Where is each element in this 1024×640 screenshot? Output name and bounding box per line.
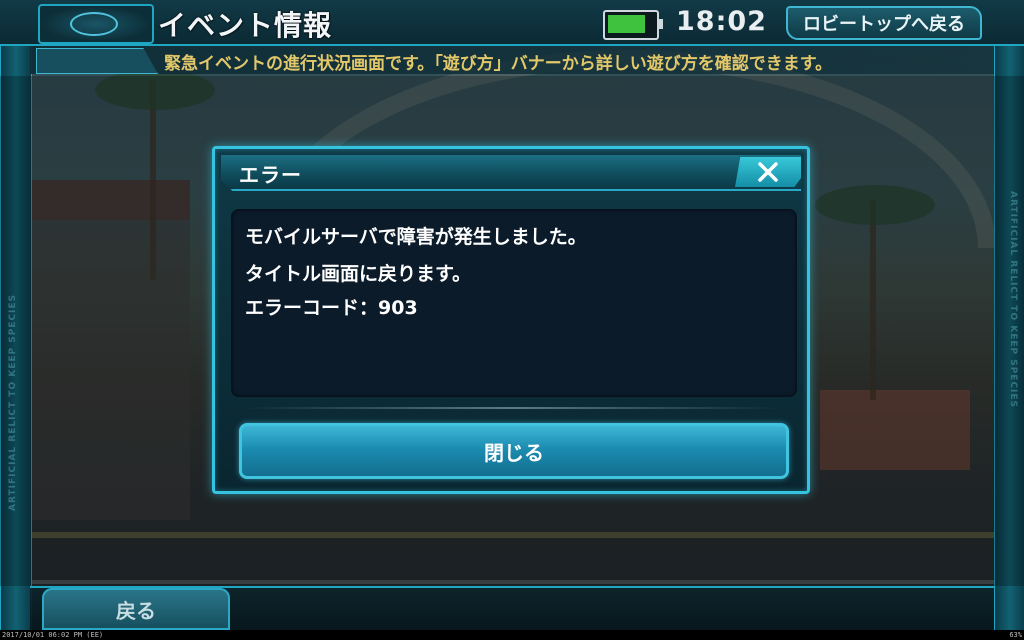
os-status-strip: 2017/10/01 06:02 PM (EE) 63% [0, 630, 1024, 640]
dialog-titlebar [221, 155, 801, 191]
dialog-title: エラー [239, 163, 302, 187]
dialog-divider [245, 407, 779, 409]
dialog-message-area: モバイルサーバで障害が発生しました。 タイトル画面に戻ります。 エラーコード：9… [231, 209, 797, 397]
close-button[interactable] [735, 157, 801, 187]
page-title: イベント情報 [158, 9, 333, 42]
error-message-line: タイトル画面に戻ります。 [245, 263, 472, 285]
close-icon [758, 162, 778, 182]
battery-level-fill [608, 15, 645, 33]
error-dialog: エラー モバイルサーバで障害が発生しました。 タイトル画面に戻ります。 エラーコ… [212, 146, 810, 494]
error-code-line: エラーコード：903 [245, 297, 418, 319]
error-message-line: モバイルサーバで障害が発生しました。 [245, 226, 587, 248]
status-datetime: 2017/10/01 06:02 PM (EE) [2, 631, 104, 639]
info-bar: 緊急イベントの進行状況画面です。「遊び方」バナーから詳しい遊び方を確認できます。 [30, 46, 994, 74]
emblem-icon [38, 4, 154, 44]
battery-icon [603, 10, 663, 40]
status-battery-percent: 63% [1009, 631, 1022, 639]
info-message: 緊急イベントの進行状況画面です。「遊び方」バナーから詳しい遊び方を確認できます。 [164, 54, 833, 74]
info-badge-icon [36, 48, 158, 74]
dialog-close-button[interactable]: 閉じる [239, 423, 789, 479]
lobby-top-button[interactable]: ロビートップへ戻る [786, 6, 982, 40]
clock: 18:02 [676, 6, 767, 37]
top-header: イベント情報 18:02 ロビートップへ戻る [0, 0, 1024, 46]
back-button[interactable]: 戻る [42, 588, 230, 630]
